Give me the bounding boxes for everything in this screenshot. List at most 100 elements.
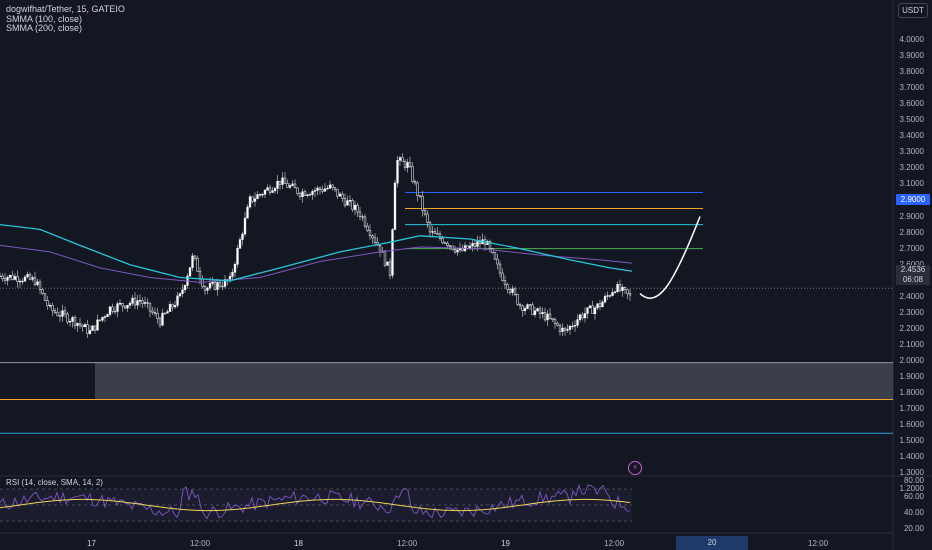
price-axis-label: 2.3000	[899, 307, 924, 317]
candle-body	[546, 313, 549, 321]
candle-body	[418, 195, 422, 197]
candle-body	[348, 200, 352, 202]
rsi-axis-label: 20.00	[903, 524, 924, 533]
candle-body	[313, 190, 317, 192]
price-axis-label: 2.2000	[899, 323, 924, 333]
chart-canvas[interactable]	[0, 0, 932, 550]
candle-body	[166, 311, 169, 314]
candle-body	[3, 278, 7, 281]
candle-body	[606, 295, 609, 297]
candle-body	[26, 274, 29, 278]
candle-body	[511, 288, 514, 293]
candle-body	[136, 300, 139, 306]
candle-body	[421, 195, 424, 211]
candle-body	[183, 285, 187, 291]
candle-body	[321, 189, 324, 192]
candle-body	[131, 297, 134, 304]
candle-body	[138, 300, 142, 302]
rsi-axis-label: 60.00	[903, 492, 924, 501]
candle-body	[241, 233, 244, 240]
candle-body	[91, 325, 94, 331]
candle-body	[153, 312, 157, 314]
candle-body	[293, 183, 297, 189]
candle-body	[593, 307, 597, 314]
support-zone	[95, 362, 893, 400]
candle-body	[393, 182, 397, 230]
candle-body	[248, 196, 252, 208]
candle-body	[351, 200, 354, 210]
symbol-legend[interactable]: dogwifhat/Tether, 15, GATEIO	[6, 4, 125, 14]
candle-body	[343, 198, 347, 206]
candle-body	[361, 216, 364, 218]
price-axis-label: 2.0000	[899, 356, 924, 365]
candle-body	[233, 264, 237, 273]
candle-body	[111, 306, 114, 312]
candle-body	[316, 187, 319, 191]
lightning-icon[interactable]: ⚡	[628, 461, 642, 475]
candle-body	[378, 244, 382, 253]
candle-body	[516, 294, 519, 305]
candle-body	[56, 312, 59, 316]
candle-body	[123, 305, 127, 309]
candle-body	[616, 284, 619, 292]
candle-body	[548, 313, 552, 319]
candle-body	[273, 188, 277, 192]
candle-body	[196, 257, 199, 272]
candle-body	[298, 193, 302, 197]
candle-body	[328, 184, 332, 189]
time-axis-label: 18	[294, 539, 303, 548]
price-axis-label: 3.5000	[899, 115, 924, 125]
last-price-value: 2.4536	[900, 265, 926, 274]
price-axis-label: 2.7000	[899, 243, 924, 253]
candle-body	[498, 263, 502, 274]
candle-body	[283, 177, 287, 184]
candle-body	[583, 313, 587, 319]
candle-body	[146, 302, 149, 304]
candle-body	[416, 182, 419, 196]
candle-body	[243, 217, 247, 235]
candle-body	[88, 330, 92, 334]
candle-body	[296, 187, 299, 194]
candle-body	[238, 239, 242, 249]
candle-body	[441, 237, 444, 243]
candle-body	[598, 303, 602, 308]
candle-body	[373, 237, 377, 243]
candle-body	[576, 319, 579, 326]
candle-body	[251, 196, 254, 202]
candle-body	[518, 304, 522, 307]
candle-body	[366, 225, 369, 231]
candle-body	[51, 305, 54, 312]
candle-body	[608, 295, 612, 297]
candle-body	[383, 250, 387, 266]
candle-body	[68, 321, 72, 323]
currency-button[interactable]: USDT	[898, 3, 928, 18]
candle-body	[58, 315, 62, 317]
price-axis-label: 3.9000	[899, 51, 924, 61]
candle-body	[41, 289, 44, 294]
last-price-tag: 2.4536 06:08	[896, 265, 930, 285]
candle-body	[596, 303, 599, 309]
candle-body	[28, 274, 32, 280]
candle-body	[408, 162, 412, 167]
candle-body	[173, 305, 177, 308]
candle-body	[96, 319, 99, 331]
candle-body	[203, 286, 207, 291]
rsi-legend[interactable]: RSI (14, close, SMA, 14, 2)	[6, 478, 103, 487]
candle-body	[396, 160, 399, 184]
candle-body	[288, 185, 292, 188]
time-axis-label: 17	[87, 539, 96, 548]
candle-body	[406, 162, 409, 168]
candle-body	[621, 287, 624, 291]
highlighted-price-tag: 2.9000	[896, 194, 930, 205]
candle-body	[176, 295, 179, 306]
rsi-axis-label: 80.00	[903, 476, 924, 485]
candle-body	[81, 324, 84, 328]
price-axis-label: 1.9000	[899, 372, 924, 382]
candle-body	[278, 180, 282, 185]
candle-body	[458, 248, 462, 251]
candle-body	[86, 324, 89, 334]
candle-body	[506, 284, 509, 290]
price-axis-label: 1.8000	[899, 388, 924, 398]
smma200-legend[interactable]: SMMA (200, close)	[6, 23, 82, 33]
candle-body	[103, 316, 107, 318]
